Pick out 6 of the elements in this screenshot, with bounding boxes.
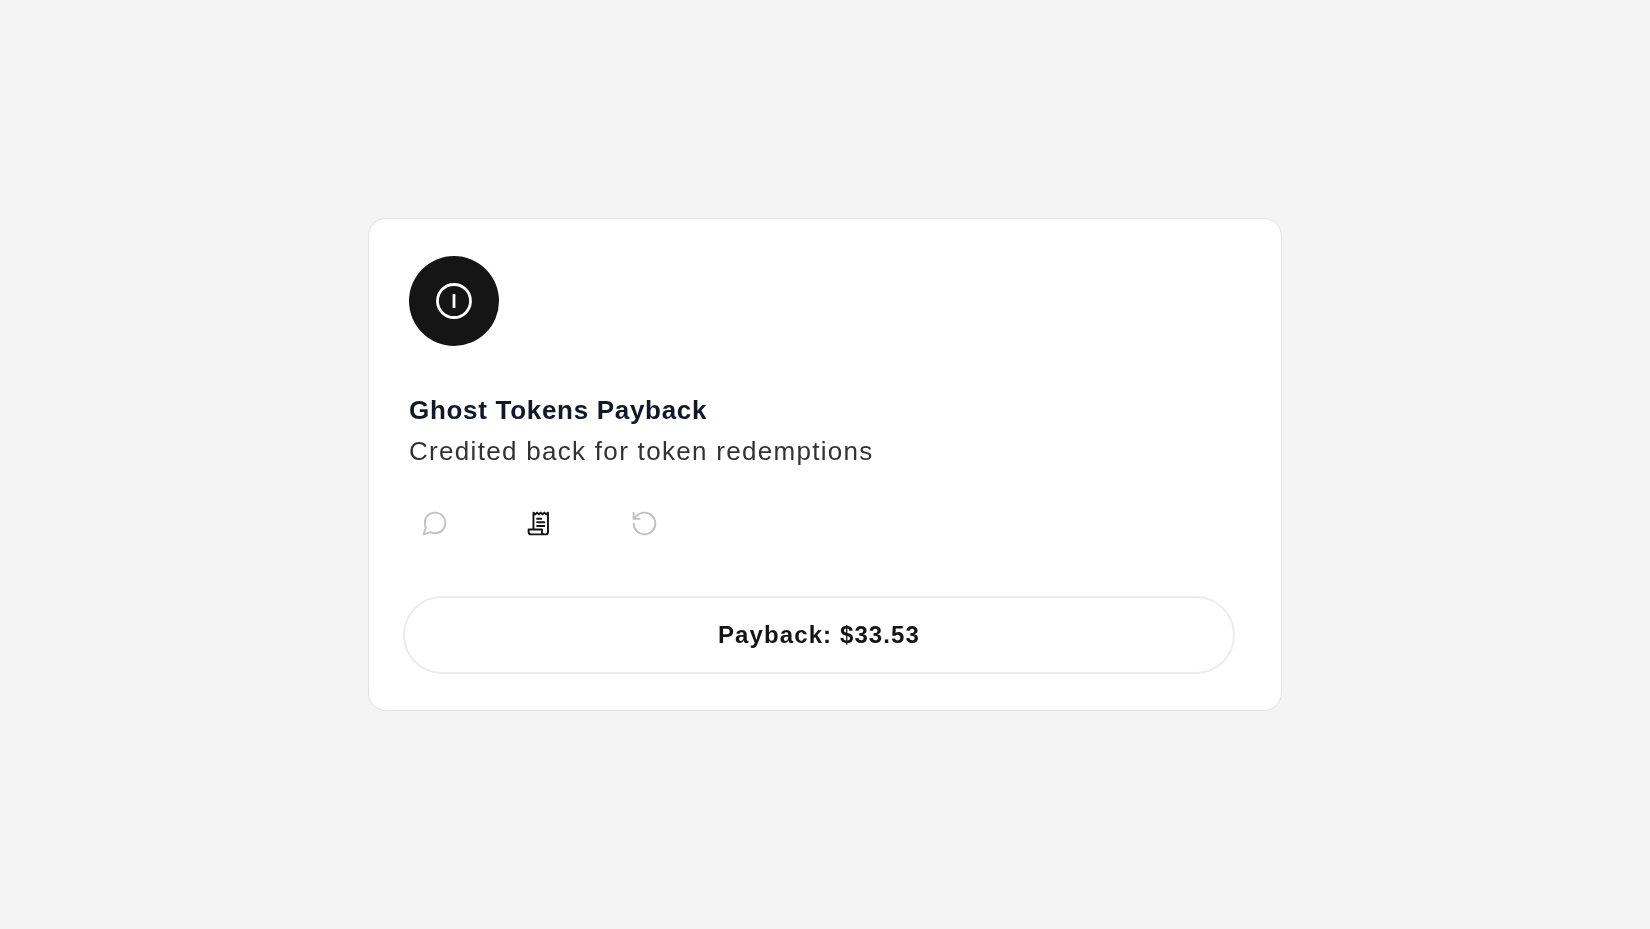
card-title: Ghost Tokens Payback bbox=[409, 394, 708, 426]
speech-bubble-icon[interactable] bbox=[420, 509, 449, 538]
circular-arrow-icon[interactable] bbox=[630, 509, 659, 538]
card-subtitle: Credited back for token redemptions bbox=[409, 435, 874, 467]
power-logo-icon bbox=[409, 256, 499, 346]
payback-button[interactable]: Payback: $33.53 bbox=[403, 596, 1235, 674]
